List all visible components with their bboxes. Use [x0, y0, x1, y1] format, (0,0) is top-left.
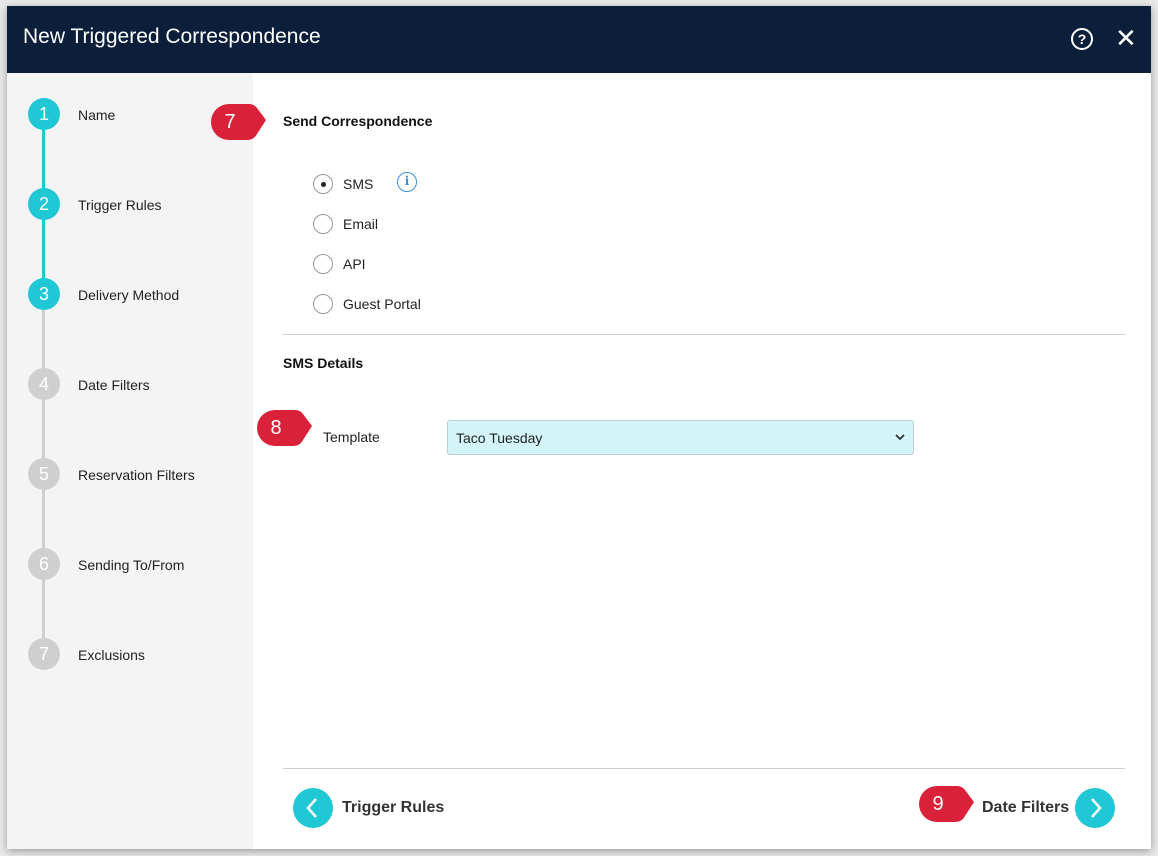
email-radio[interactable]	[313, 214, 333, 234]
email-label[interactable]: Email	[343, 216, 378, 232]
callout-marker-9: 9	[917, 784, 975, 824]
template-select-value: Taco Tuesday	[456, 430, 543, 446]
sms-radio[interactable]	[313, 174, 333, 194]
step-4-circle[interactable]: 4	[28, 368, 60, 400]
dialog-header: New Triggered Correspondence ? ✕	[7, 6, 1151, 73]
step-2-label[interactable]: Trigger Rules	[78, 197, 162, 213]
dialog: New Triggered Correspondence ? ✕ 1 Name …	[7, 6, 1151, 849]
close-icon[interactable]: ✕	[1115, 25, 1137, 51]
chevron-right-icon[interactable]	[1075, 788, 1115, 828]
step-1-circle[interactable]: 1	[28, 98, 60, 130]
back-button-label[interactable]: Trigger Rules	[342, 799, 444, 817]
callout-marker-8: 8	[255, 408, 313, 448]
step-3-label[interactable]: Delivery Method	[78, 287, 179, 303]
wizard-steps-sidebar: 1 Name 2 Trigger Rules 3 Delivery Method…	[7, 73, 253, 849]
callout-8-number: 8	[270, 417, 282, 439]
template-select[interactable]: Taco Tuesday	[447, 420, 914, 455]
dialog-title: New Triggered Correspondence	[23, 25, 321, 48]
sms-details-heading: SMS Details	[283, 355, 364, 371]
step-4-label[interactable]: Date Filters	[78, 377, 150, 393]
guest-portal-label[interactable]: Guest Portal	[343, 296, 421, 312]
step-7-circle[interactable]: 7	[28, 638, 60, 670]
step-3-circle[interactable]: 3	[28, 278, 60, 310]
callout-7-number: 7	[224, 111, 236, 133]
main-panel: Send Correspondence SMS i Email API Gues…	[253, 73, 1151, 849]
callout-marker-7: 7	[209, 102, 267, 142]
send-correspondence-heading: Send Correspondence	[283, 113, 433, 129]
help-icon[interactable]: ?	[1071, 28, 1093, 50]
step-5-label[interactable]: Reservation Filters	[78, 467, 195, 483]
next-button[interactable]: Date Filters	[978, 788, 1123, 830]
next-button-label[interactable]: Date Filters	[982, 799, 1069, 817]
section-divider	[283, 334, 1125, 335]
step-1-label[interactable]: Name	[78, 107, 115, 123]
guest-portal-radio[interactable]	[313, 294, 333, 314]
api-label[interactable]: API	[343, 256, 366, 272]
callout-9-number: 9	[932, 793, 944, 815]
back-button[interactable]: Trigger Rules	[293, 788, 453, 830]
chevron-left-icon[interactable]	[293, 788, 333, 828]
info-icon[interactable]: i	[397, 172, 417, 192]
step-2-circle[interactable]: 2	[28, 188, 60, 220]
chevron-down-icon	[895, 434, 905, 441]
step-5-circle[interactable]: 5	[28, 458, 60, 490]
api-radio[interactable]	[313, 254, 333, 274]
template-label: Template	[323, 429, 380, 445]
step-6-label[interactable]: Sending To/From	[78, 557, 184, 573]
step-6-circle[interactable]: 6	[28, 548, 60, 580]
sms-label[interactable]: SMS	[343, 176, 373, 192]
step-7-label[interactable]: Exclusions	[78, 647, 145, 663]
footer-divider	[283, 768, 1125, 769]
